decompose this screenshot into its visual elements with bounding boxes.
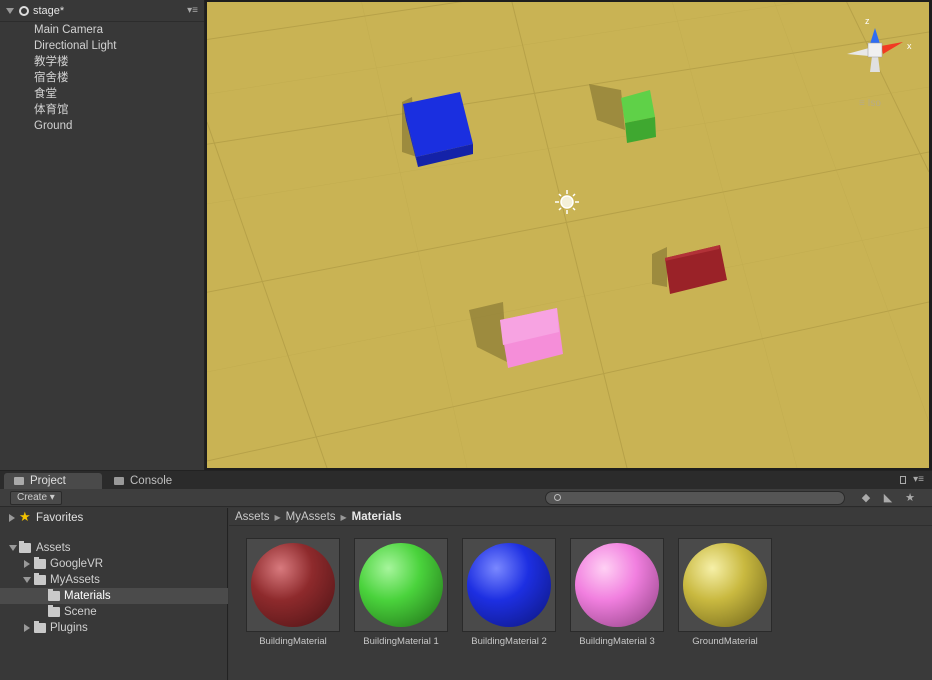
ground-grid — [207, 2, 929, 468]
collapse-arrow-icon[interactable] — [9, 545, 17, 551]
asset-thumbnail — [246, 538, 340, 632]
scene-canvas[interactable]: z x — [207, 2, 929, 468]
material-sphere — [251, 543, 335, 627]
lock-icon[interactable] — [900, 476, 906, 484]
folder-icon — [14, 477, 24, 485]
hierarchy-menu-icon[interactable]: ▾≡ — [187, 5, 198, 16]
asset-building-material-2[interactable]: BuildingMaterial 2 — [461, 538, 557, 647]
asset-building-material-1[interactable]: BuildingMaterial 1 — [353, 538, 449, 647]
scene-view[interactable]: z x ≡ Iso — [207, 2, 929, 468]
search-input[interactable] — [545, 491, 845, 505]
orientation-gizmo[interactable]: z x — [847, 16, 912, 72]
project-toolbar: Create ▾ ◆ ◣ ★ — [0, 489, 932, 507]
material-sphere — [683, 543, 767, 627]
asset-browser: Assets ▶ MyAssets ▶ Materials BuildingMateri… — [229, 508, 932, 680]
folder-icon — [34, 557, 46, 569]
pink-block[interactable] — [500, 308, 563, 368]
folder-icon — [48, 589, 60, 601]
breadcrumb-myassets[interactable]: MyAssets — [286, 511, 336, 523]
hierarchy-item-dormitory[interactable]: 宿舍楼 — [0, 70, 204, 86]
asset-thumbnail — [354, 538, 448, 632]
hierarchy-panel: stage* ▾≡ Main Camera Directional Light … — [0, 0, 205, 470]
asset-thumbnail — [462, 538, 556, 632]
directional-light-icon[interactable] — [555, 190, 579, 214]
hierarchy-item-ground[interactable]: Ground — [0, 118, 204, 134]
red-block[interactable] — [665, 245, 727, 294]
favorite-star-icon[interactable]: ★ — [904, 492, 916, 504]
hierarchy-item-canteen[interactable]: 食堂 — [0, 86, 204, 102]
tree-item-myassets[interactable]: MyAssets — [0, 572, 228, 588]
folder-icon — [48, 605, 60, 617]
asset-building-material-3[interactable]: BuildingMaterial 3 — [569, 538, 665, 647]
tab-bar: Project Console ▾≡ — [0, 471, 932, 489]
gizmo-x-label: x — [907, 41, 912, 51]
search-icon — [554, 494, 561, 501]
green-cube[interactable] — [621, 90, 656, 143]
breadcrumb-separator-icon: ▶ — [340, 513, 347, 522]
hierarchy-scene-header[interactable]: stage* ▾≡ — [0, 0, 204, 22]
hierarchy-item-gymnasium[interactable]: 体育馆 — [0, 102, 204, 118]
tab-console[interactable]: Console — [104, 473, 194, 489]
hierarchy-item-teaching-building[interactable]: 教学楼 — [0, 54, 204, 70]
tree-item-favorites[interactable]: ★ Favorites — [0, 509, 228, 526]
projection-menu-icon: ≡ — [859, 98, 868, 109]
tree-item-plugins[interactable]: Plugins — [0, 620, 228, 636]
scene-name: stage* — [33, 4, 65, 17]
unity-scene-icon — [19, 5, 29, 16]
asset-building-material[interactable]: BuildingMaterial — [245, 538, 341, 647]
panel-menu-icon[interactable]: ▾≡ — [913, 474, 924, 485]
material-sphere — [467, 543, 551, 627]
star-icon: ★ — [19, 509, 31, 524]
material-sphere — [575, 543, 659, 627]
collapse-arrow-icon[interactable] — [6, 7, 14, 14]
folder-icon — [34, 573, 46, 585]
breadcrumb-materials[interactable]: Materials — [352, 511, 402, 523]
filter-by-label-icon[interactable]: ◣ — [882, 492, 894, 504]
tree-item-googlevr[interactable]: GoogleVR — [0, 556, 228, 572]
hierarchy-item-main-camera[interactable]: Main Camera — [0, 22, 204, 38]
collapse-arrow-icon[interactable] — [23, 577, 31, 583]
asset-thumbnail — [678, 538, 772, 632]
expand-arrow-icon[interactable] — [24, 624, 30, 632]
breadcrumb-separator-icon: ▶ — [274, 513, 281, 522]
tree-item-assets[interactable]: Assets — [0, 540, 228, 556]
create-dropdown[interactable]: Create ▾ — [10, 491, 62, 505]
material-sphere — [359, 543, 443, 627]
folder-icon — [19, 541, 31, 553]
ground-fine-grid — [207, 2, 929, 468]
tab-project[interactable]: Project — [4, 473, 102, 489]
gizmo-projection-label[interactable]: ≡ Iso — [859, 98, 881, 109]
expand-arrow-icon[interactable] — [24, 560, 30, 568]
expand-arrow-icon[interactable] — [9, 514, 15, 522]
gizmo-z-label: z — [865, 16, 870, 26]
asset-ground-material[interactable]: GroundMaterial — [677, 538, 773, 647]
filter-by-type-icon[interactable]: ◆ — [860, 492, 872, 504]
tree-item-materials[interactable]: Materials — [0, 588, 228, 604]
project-panel: Project Console ▾≡ Create ▾ ◆ ◣ ★ ★ Favo… — [0, 470, 932, 680]
breadcrumb: Assets ▶ MyAssets ▶ Materials — [229, 508, 932, 526]
folder-icon — [34, 621, 46, 633]
console-icon — [114, 477, 124, 485]
project-folder-tree: ★ Favorites Assets GoogleVR MyAssets Mat… — [0, 508, 228, 680]
tree-item-scene[interactable]: Scene — [0, 604, 228, 620]
asset-thumbnail — [570, 538, 664, 632]
breadcrumb-assets[interactable]: Assets — [235, 511, 270, 523]
hierarchy-item-directional-light[interactable]: Directional Light — [0, 38, 204, 54]
